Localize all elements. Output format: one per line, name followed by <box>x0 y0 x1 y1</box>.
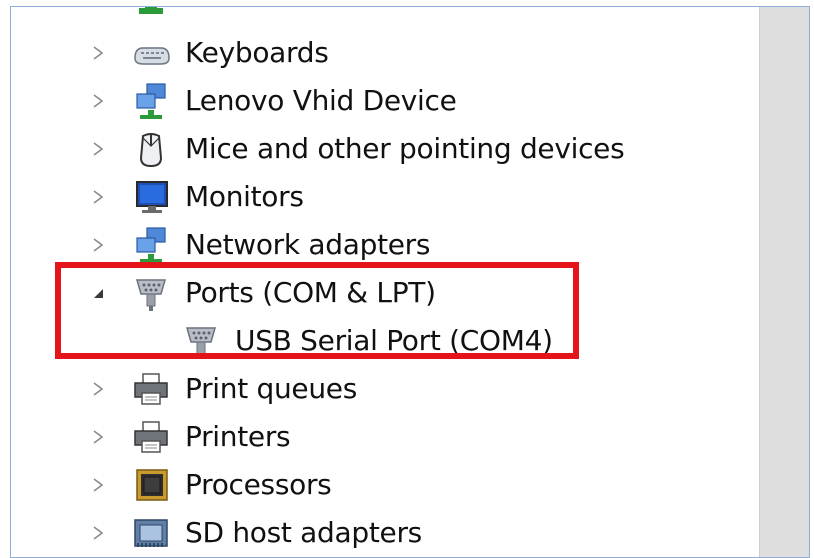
tree-item-printers[interactable]: Printers <box>11 415 751 459</box>
monitor-icon <box>131 178 171 216</box>
tree-item-monitors[interactable]: Monitors <box>11 175 751 219</box>
expand-arrow-icon[interactable] <box>89 92 107 110</box>
tree-item-label: USB Serial Port (COM4) <box>235 324 553 357</box>
keyboard-icon <box>131 34 171 72</box>
expand-arrow-icon[interactable] <box>89 140 107 158</box>
tree-item-usb-serial-port-com4[interactable]: USB Serial Port (COM4) <box>11 319 751 363</box>
tree-item-label: Keyboards <box>185 36 329 69</box>
expand-arrow-icon[interactable] <box>89 428 107 446</box>
mouse-icon <box>131 130 171 168</box>
port-icon <box>181 322 221 360</box>
vertical-scrollbar[interactable] <box>759 7 809 557</box>
device-icon <box>131 7 171 18</box>
expand-arrow-icon[interactable] <box>89 44 107 62</box>
expand-arrow-icon[interactable] <box>89 236 107 254</box>
tree-item-label: Ports (COM & LPT) <box>185 276 436 309</box>
tree-item-keyboards[interactable]: Keyboards <box>11 31 751 75</box>
expand-arrow-icon[interactable] <box>89 380 107 398</box>
device-manager-tree-panel: ​ Keyboards <box>10 6 810 558</box>
printer-icon <box>131 370 171 408</box>
tree-item-sd-host-adapters[interactable]: SD host adapters <box>11 511 751 555</box>
tree-item-ports[interactable]: Ports (COM & LPT) <box>11 271 751 315</box>
tree-item-mice[interactable]: Mice and other pointing devices <box>11 127 751 171</box>
expand-arrow-icon[interactable] <box>89 7 107 8</box>
tree-item-processors[interactable]: Processors <box>11 463 751 507</box>
device-tree: ​ Keyboards <box>11 7 761 557</box>
tree-item-label: Print queues <box>185 372 358 405</box>
expand-arrow-icon[interactable] <box>89 188 107 206</box>
tree-item-label: SD host adapters <box>185 516 422 549</box>
expand-arrow-icon[interactable] <box>89 524 107 542</box>
printer-icon <box>131 418 171 456</box>
collapse-arrow-icon[interactable] <box>89 284 107 302</box>
sd-adapter-icon <box>131 514 171 552</box>
port-icon <box>131 274 171 312</box>
tree-row-cutoff: ​ <box>11 7 751 21</box>
tree-item-label: Processors <box>185 468 332 501</box>
tree-item-label: Mice and other pointing devices <box>185 132 625 165</box>
tree-item-label: Printers <box>185 420 291 453</box>
network-adapter-icon <box>131 226 171 264</box>
tree-item-label: Monitors <box>185 180 304 213</box>
tree-item-label: Lenovo Vhid Device <box>185 84 457 117</box>
tree-item-network-adapters[interactable]: Network adapters <box>11 223 751 267</box>
expand-arrow-icon[interactable] <box>89 476 107 494</box>
processor-icon <box>131 466 171 504</box>
tree-item-lenovo-vhid-device[interactable]: Lenovo Vhid Device <box>11 79 751 123</box>
tree-item-print-queues[interactable]: Print queues <box>11 367 751 411</box>
tree-item-label: Network adapters <box>185 228 431 261</box>
network-device-icon <box>131 82 171 120</box>
